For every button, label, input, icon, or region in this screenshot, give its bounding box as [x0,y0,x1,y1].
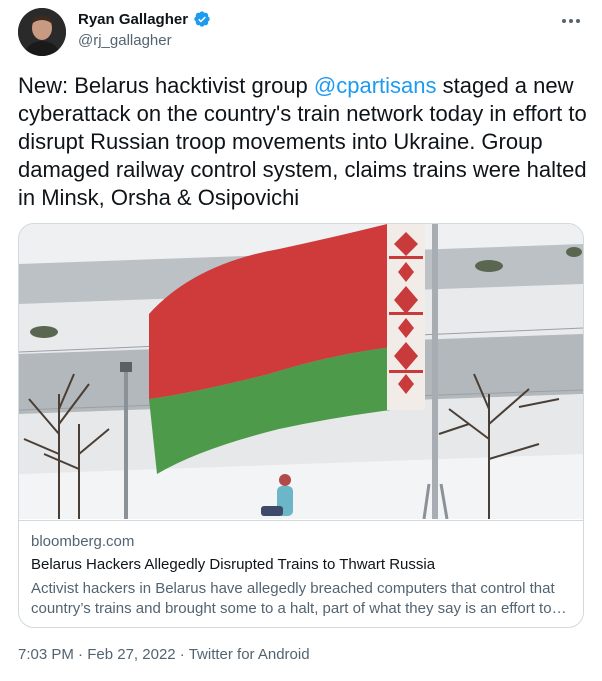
author-name-row: Ryan Gallagher [78,10,211,28]
tweet-meta: 7:03 PM · Feb 27, 2022 · Twitter for And… [18,646,310,663]
more-options-icon [562,19,580,23]
author-handle[interactable]: @rj_gallagher [78,32,172,49]
tweet-text-before: New: Belarus hacktivist group [18,73,314,98]
meta-separator: · [175,646,189,663]
tweet-time[interactable]: 7:03 PM [18,646,74,663]
mention-link[interactable]: @cpartisans [314,73,437,98]
card-domain: bloomberg.com [31,533,135,550]
tweet-source[interactable]: Twitter for Android [189,646,310,663]
tweet-date[interactable]: Feb 27, 2022 [87,646,175,663]
card-image [19,224,583,519]
tweet-text: New: Belarus hacktivist group @cpartisan… [18,72,588,212]
verified-badge-icon [194,11,210,27]
avatar[interactable] [18,8,66,56]
link-preview-card[interactable]: bloomberg.com Belarus Hackers Allegedly … [18,223,584,628]
meta-separator: · [73,646,88,663]
more-options-button[interactable] [558,12,584,30]
avatar-photo [18,8,66,56]
card-title: Belarus Hackers Allegedly Disrupted Trai… [31,556,436,573]
card-info: bloomberg.com Belarus Hackers Allegedly … [19,520,583,627]
card-description: Activist hackers in Belarus have alleged… [31,580,555,617]
author-display-name[interactable]: Ryan Gallagher [78,11,188,28]
